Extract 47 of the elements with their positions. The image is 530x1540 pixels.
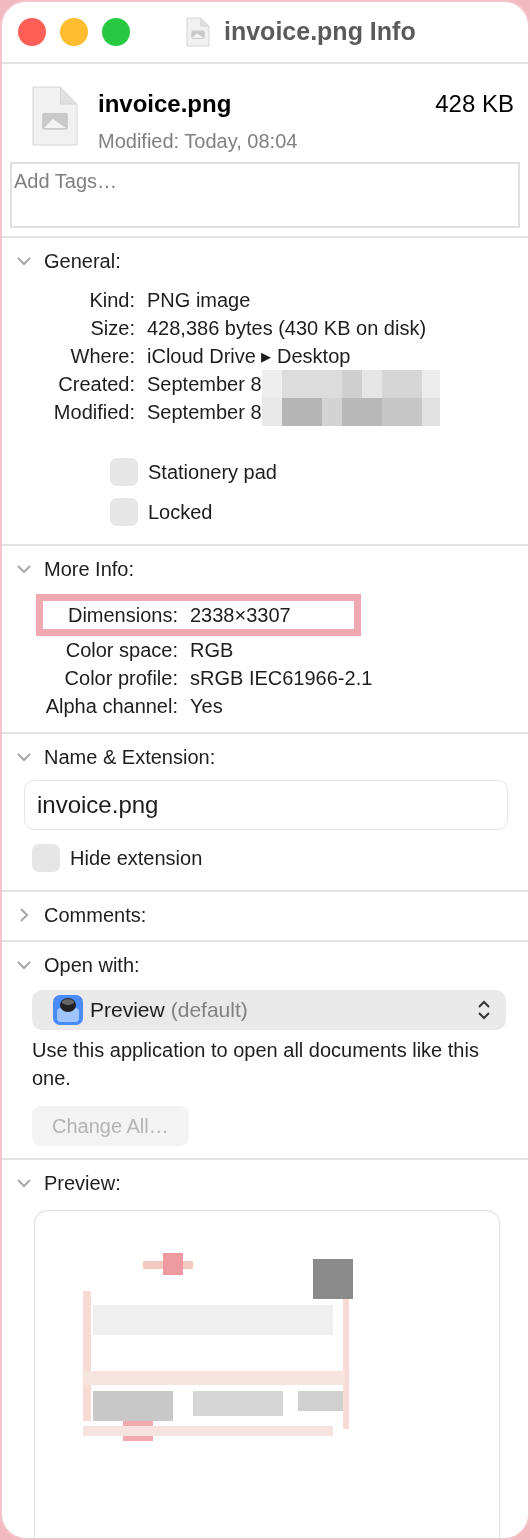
file-size: 428 KB [435,89,514,119]
section-title: Preview: [44,1171,121,1196]
section-title: General: [44,249,121,274]
zoom-button[interactable] [102,18,130,46]
checkbox-label: Locked [148,500,213,525]
field-value: 2338×3307 [190,603,291,628]
updown-icon [476,999,492,1021]
description-text: Use this application to open all documents like this one. [32,1038,480,1091]
minimize-button[interactable] [60,18,88,46]
checkbox[interactable] [110,498,138,526]
tags-field[interactable]: Add Tags… [10,162,520,228]
field-label: Dimensions: [66,603,178,628]
field-value: 428,386 bytes (430 KB on disk) [147,316,427,341]
checkbox[interactable] [32,844,60,872]
field-value: RGB [190,638,234,663]
field-label: Created: [57,372,135,397]
close-button[interactable] [18,18,46,46]
field-label: Color space: [64,638,178,663]
field-label: Color profile: [63,666,178,691]
field-label: Where: [69,344,135,369]
section-title: Comments: [44,903,147,928]
name-field[interactable]: invoice.png [24,780,508,830]
modified-date: Modified: Today, 08:04 [98,129,299,154]
field-label: Kind: [88,288,135,313]
app-name: Preview [90,997,165,1024]
field-value: PNG image [147,288,251,313]
section-title: Open with: [44,953,140,978]
window-title: invoice.png Info [224,16,416,48]
file-name: invoice.png [98,89,232,119]
file-icon [186,17,210,47]
field-value: iCloud Drive ▸ Desktop [147,344,351,369]
checkbox-label: Hide extension [70,846,203,871]
field-value: September 8 [147,400,262,425]
app-note: (default) [170,997,249,1024]
field-label: Modified: [52,400,135,425]
section-title: More Info: [44,557,135,582]
field-value: Yes [190,694,223,719]
app-icon [52,994,84,1026]
field-value: sRGB IEC61966-2.1 [190,666,373,691]
field-label: Size: [89,316,135,341]
file-icon [32,86,78,146]
field-label: Alpha channel: [44,694,178,719]
checkbox-label: Stationery pad [148,460,277,485]
field-value: September 8 [147,372,262,397]
section-title: Name & Extension: [44,745,216,770]
checkbox[interactable] [110,458,138,486]
app-dropdown[interactable]: Preview (default) [32,990,506,1030]
